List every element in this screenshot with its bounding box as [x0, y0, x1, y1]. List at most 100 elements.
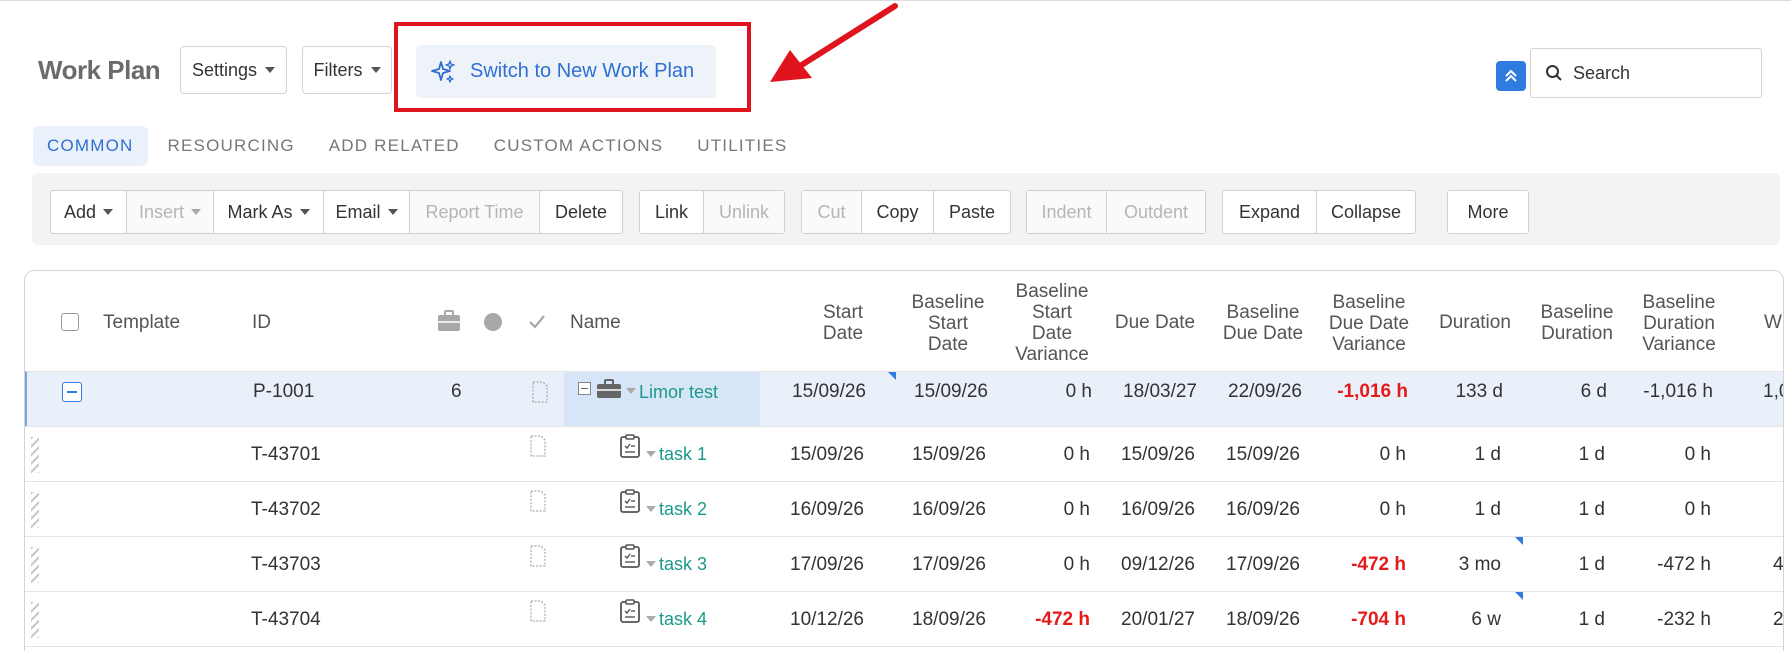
row-name-link[interactable]: task 4 — [659, 592, 707, 647]
caret-down-icon[interactable] — [646, 561, 656, 567]
row-baseline-due-variance: -472 h — [1351, 553, 1406, 575]
header-line: Baseline — [1332, 292, 1406, 313]
indent-button[interactable]: Indent — [1027, 191, 1107, 233]
header-baseline-due-date[interactable]: Baseline Due Date — [1215, 302, 1311, 344]
header-duration[interactable]: Duration — [1429, 312, 1521, 333]
copy-button[interactable]: Copy — [862, 191, 934, 233]
unlink-button[interactable]: Unlink — [704, 191, 784, 233]
row-baseline-duration-variance: -1,016 h — [1643, 381, 1713, 402]
expand-button[interactable]: Expand — [1223, 191, 1317, 233]
table-row[interactable]: T-43704 task 4 10/12/26 18/09/26 -472 h … — [25, 591, 1783, 647]
header-baseline-start-date-variance[interactable]: Baseline Start Date Variance — [1007, 281, 1097, 365]
collapse-header-button[interactable] — [1496, 61, 1526, 91]
caret-down-icon[interactable] — [646, 506, 656, 512]
row-baseline-start-variance: 0 h — [1065, 381, 1092, 402]
row-duration: 6 w — [1471, 608, 1501, 630]
filters-button[interactable]: Filters — [302, 46, 392, 94]
briefcase-icon — [438, 310, 460, 331]
drag-handle[interactable] — [31, 602, 39, 638]
document-icon — [530, 545, 546, 567]
row-baseline-start-variance: 0 h — [1063, 553, 1090, 575]
outdent-button[interactable]: Outdent — [1107, 191, 1205, 233]
row-due-date: 20/01/27 — [1121, 608, 1195, 630]
paste-button[interactable]: Paste — [934, 191, 1010, 233]
row-start-date: 16/09/26 — [790, 498, 864, 520]
email-button[interactable]: Email — [324, 191, 410, 233]
header-baseline-due-date-variance[interactable]: Baseline Due Date Variance — [1321, 292, 1417, 355]
caret-down-icon — [299, 209, 310, 215]
table-row[interactable]: P-1001 6 Limor test 15/09/26 15/09/26 0 … — [25, 371, 1783, 427]
row-baseline-duration-variance: 0 h — [1684, 443, 1711, 465]
header-id[interactable]: ID — [252, 312, 271, 333]
tree-collapse-toggle[interactable] — [578, 382, 591, 395]
checkmark-icon — [529, 315, 545, 329]
row-baseline-due-date: 16/09/26 — [1226, 498, 1300, 520]
settings-button[interactable]: Settings — [180, 46, 287, 94]
row-next-column: 4 — [1773, 553, 1784, 575]
row-name-link[interactable]: task 2 — [659, 482, 707, 537]
row-name-link[interactable]: task 3 — [659, 537, 707, 592]
row-duration: 3 mo — [1458, 553, 1501, 575]
row-child-count: 6 — [451, 381, 462, 402]
delete-button[interactable]: Delete — [540, 191, 622, 233]
header-line: Start — [927, 313, 969, 334]
header-baseline-duration[interactable]: Baseline Duration — [1531, 302, 1623, 344]
cut-button[interactable]: Cut — [802, 191, 862, 233]
header-line: Baseline — [911, 292, 985, 313]
table-row[interactable]: T-43702 task 2 16/09/26 16/09/26 0 h 16/… — [25, 481, 1783, 537]
header-next-column[interactable]: W — [1764, 312, 1782, 333]
caret-down-icon[interactable] — [646, 616, 656, 622]
mark-as-button[interactable]: Mark As — [214, 191, 324, 233]
drag-handle[interactable] — [31, 547, 39, 583]
link-button[interactable]: Link — [640, 191, 704, 233]
tab-custom-actions[interactable]: CUSTOM ACTIONS — [480, 126, 678, 166]
row-baseline-duration-variance: -232 h — [1657, 608, 1711, 630]
tab-resourcing[interactable]: RESOURCING — [154, 126, 309, 166]
page-title: Work Plan — [38, 55, 161, 85]
row-baseline-start-variance: 0 h — [1063, 498, 1090, 520]
row-baseline-due-date: 22/09/26 — [1228, 381, 1302, 402]
header-name[interactable]: Name — [570, 312, 621, 333]
row-baseline-start-date: 15/09/26 — [914, 381, 988, 402]
row-baseline-start-date: 18/09/26 — [912, 608, 986, 630]
search-input[interactable]: Search — [1530, 48, 1762, 98]
row-baseline-due-variance: -1,016 h — [1337, 381, 1408, 402]
task-clipboard-icon — [620, 544, 640, 568]
search-icon — [1546, 65, 1562, 81]
header-baseline-duration-variance[interactable]: Baseline Duration Variance — [1633, 292, 1725, 355]
task-clipboard-icon — [620, 489, 640, 513]
tab-utilities[interactable]: UTILITIES — [683, 126, 801, 166]
caret-down-icon[interactable] — [646, 451, 656, 457]
collapse-button[interactable]: Collapse — [1317, 191, 1415, 233]
more-button[interactable]: More — [1448, 191, 1528, 233]
toolbar-group-expand: Expand Collapse — [1222, 190, 1416, 234]
row-due-date: 09/12/26 — [1121, 553, 1195, 575]
caret-down-icon[interactable] — [626, 388, 636, 394]
header-baseline-start-date[interactable]: Baseline Start Date — [903, 292, 993, 355]
tab-add-related[interactable]: ADD RELATED — [315, 126, 474, 166]
header-line: Due Date — [1222, 323, 1304, 344]
row-collapse-toggle[interactable] — [62, 382, 82, 402]
row-baseline-start-date: 15/09/26 — [912, 443, 986, 465]
drag-handle[interactable] — [31, 492, 39, 528]
select-all-checkbox[interactable] — [61, 313, 79, 331]
drag-handle[interactable] — [31, 437, 39, 473]
table-row[interactable]: T-43701 task 1 15/09/26 15/09/26 0 h 15/… — [25, 426, 1783, 482]
row-name-link[interactable]: Limor test — [639, 372, 718, 412]
row-baseline-duration-variance: 0 h — [1684, 498, 1711, 520]
add-button[interactable]: Add — [51, 191, 127, 233]
row-baseline-start-date: 17/09/26 — [912, 553, 986, 575]
row-name-link[interactable]: task 1 — [659, 427, 707, 482]
report-time-button[interactable]: Report Time — [410, 191, 540, 233]
header-line: Date — [927, 334, 969, 355]
row-baseline-duration: 1 d — [1578, 553, 1605, 575]
tab-common[interactable]: COMMON — [33, 126, 148, 166]
row-duration: 133 d — [1455, 381, 1503, 402]
insert-button[interactable]: Insert — [127, 191, 214, 233]
header-due-date[interactable]: Due Date — [1107, 312, 1203, 333]
row-baseline-due-date: 15/09/26 — [1226, 443, 1300, 465]
table-row[interactable]: T-43703 task 3 17/09/26 17/09/26 0 h 09/… — [25, 536, 1784, 592]
header-template[interactable]: Template — [103, 312, 180, 333]
caret-down-icon — [370, 67, 381, 73]
header-start-date[interactable]: Start Date — [803, 302, 883, 344]
